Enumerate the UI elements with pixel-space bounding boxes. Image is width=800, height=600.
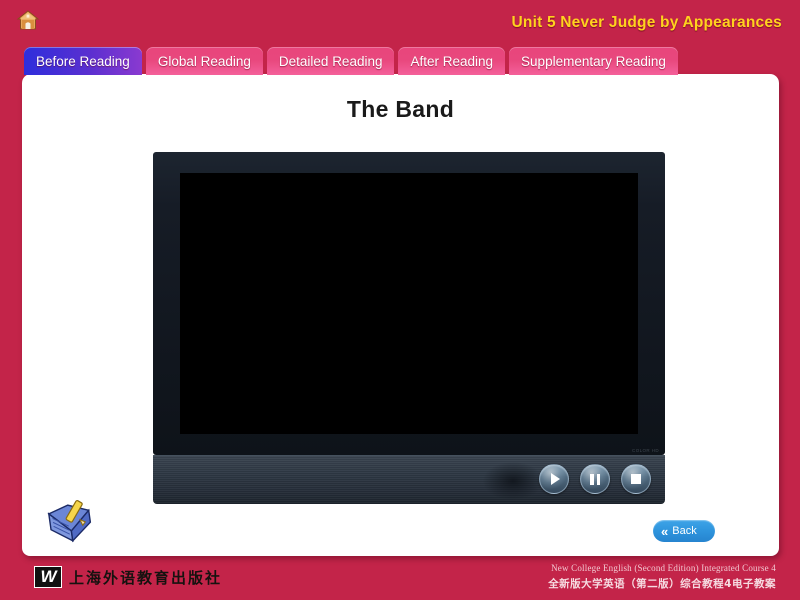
slide-root: Unit 5 Never Judge by Appearances Before… [0, 0, 800, 600]
publisher-logo: W 上海外语教育出版社 [34, 566, 222, 588]
tab-detailed-reading[interactable]: Detailed Reading [266, 47, 395, 75]
course-title-en: New College English (Second Edition) Int… [551, 563, 776, 573]
player-control-bar [153, 455, 665, 504]
course-title-zh: 全新版大学英语（第二版）综合教程4电子教案 [548, 578, 776, 590]
pause-button[interactable] [580, 464, 610, 494]
video-player[interactable]: COLOR HD [153, 152, 665, 504]
stop-icon [631, 474, 641, 484]
play-icon [551, 473, 560, 485]
stop-button[interactable] [621, 464, 651, 494]
home-icon[interactable] [16, 9, 40, 31]
tab-label: After Reading [410, 53, 494, 69]
video-screen[interactable] [180, 173, 638, 434]
publisher-name: 上海外语教育出版社 [69, 568, 223, 587]
tab-before-reading[interactable]: Before Reading [24, 47, 142, 75]
tab-bar: Before Reading Global Reading Detailed R… [24, 47, 678, 75]
publisher-mark-icon: W [34, 566, 62, 588]
section-heading: The Band [346, 96, 455, 122]
tab-label: Supplementary Reading [521, 53, 666, 69]
chevron-left-icon: « [661, 523, 669, 539]
back-button[interactable]: « Back [653, 520, 715, 542]
content-panel: The Band COLOR HD « Back [22, 74, 779, 556]
tab-label: Detailed Reading [278, 53, 383, 69]
slide-header: Unit 5 Never Judge by Appearances [0, 0, 800, 46]
tab-supplementary-reading[interactable]: Supplementary Reading [509, 47, 678, 75]
tv-brand-label: COLOR HD [632, 448, 659, 453]
pause-icon [590, 473, 600, 485]
tab-label: Before Reading [36, 53, 130, 69]
tv-bezel: COLOR HD [153, 152, 665, 455]
back-button-label: Back [672, 524, 697, 537]
play-button[interactable] [539, 464, 569, 494]
tab-label: Global Reading [157, 53, 251, 69]
tab-after-reading[interactable]: After Reading [398, 47, 506, 75]
page-title: Unit 5 Never Judge by Appearances [511, 14, 782, 31]
tab-global-reading[interactable]: Global Reading [145, 47, 263, 75]
slide-footer: W 上海外语教育出版社 New College English (Second … [0, 556, 800, 600]
playback-controls [539, 464, 651, 494]
course-info: New College English (Second Edition) Int… [548, 563, 776, 591]
notepad-pencil-icon[interactable] [44, 497, 96, 545]
